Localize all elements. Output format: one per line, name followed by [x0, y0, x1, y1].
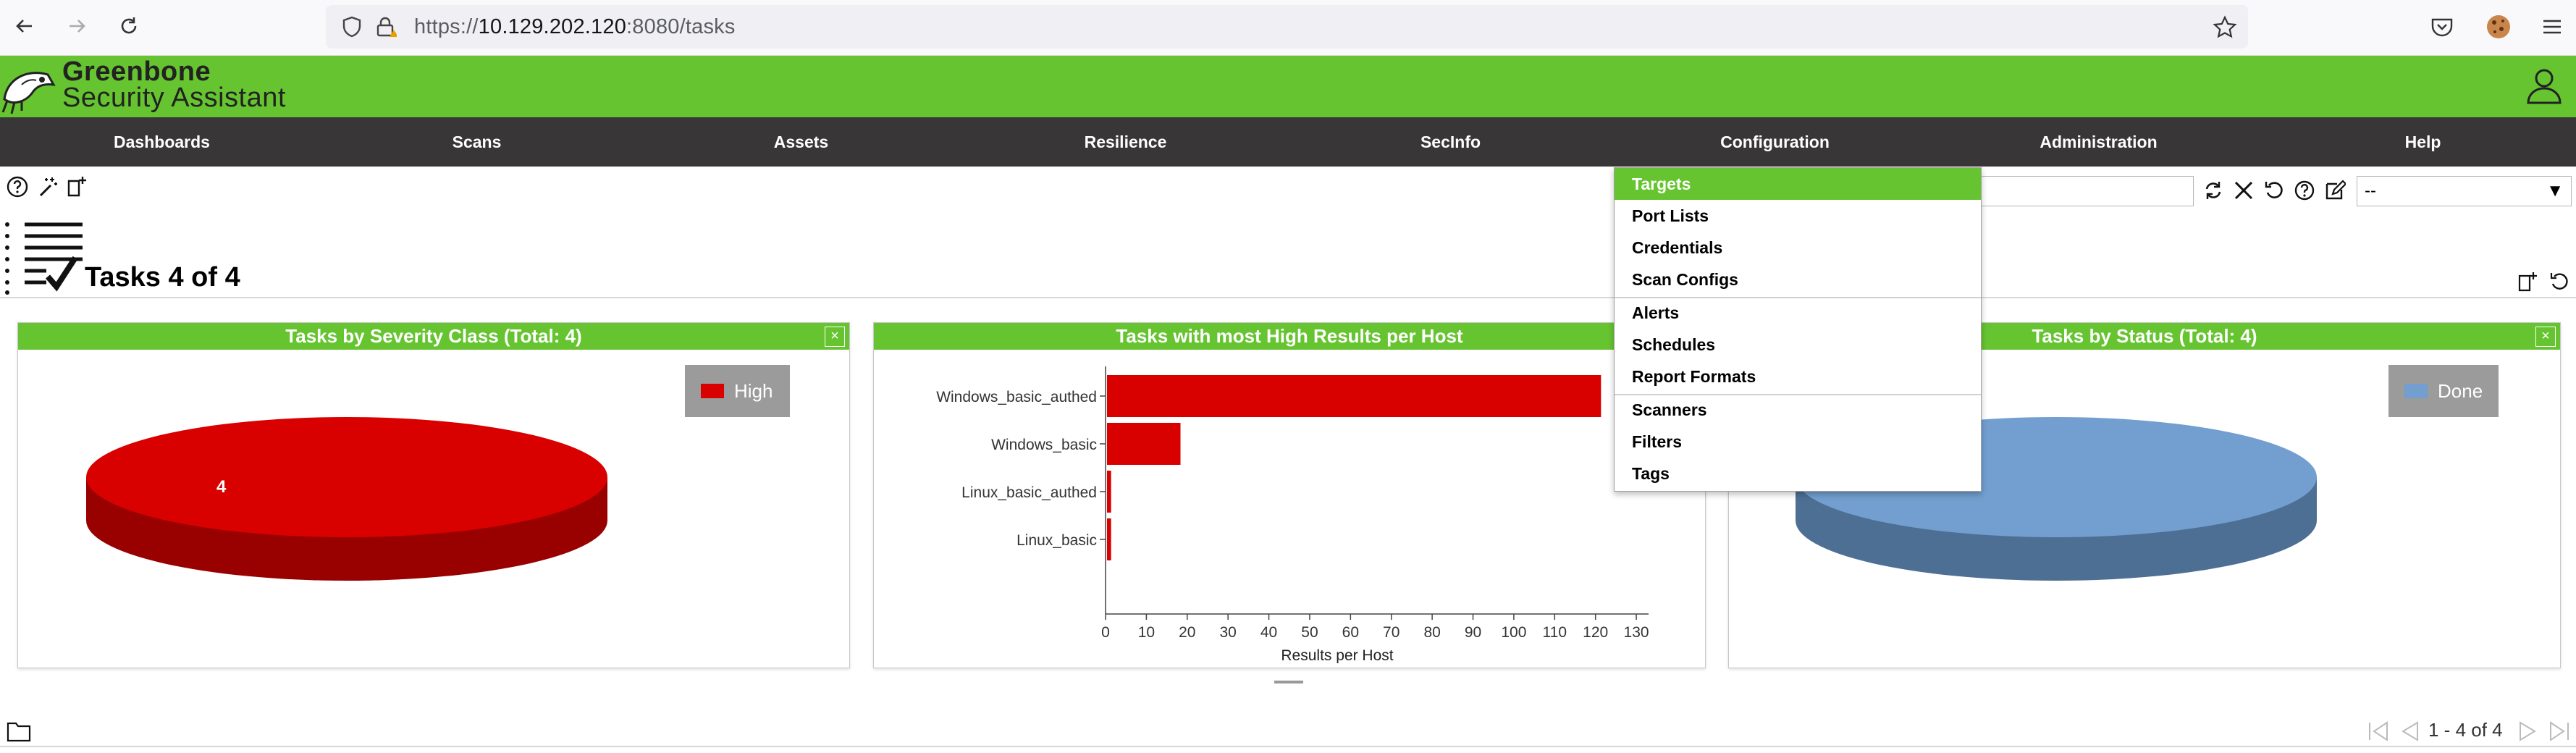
- y-tick-label: Linux_basic: [1016, 532, 1097, 549]
- bar-windows-basic: [1107, 423, 1181, 465]
- url-text: https://10.129.202.120:8080/tasks: [414, 15, 736, 38]
- pie-slice-high: [86, 417, 607, 537]
- new-dashboard-item-icon[interactable]: [2515, 269, 2540, 294]
- high-results-bar-chart[interactable]: Windows_basic_authed Windows_basic Linux_b…: [874, 352, 1705, 663]
- chevron-down-icon: ▼: [2546, 181, 2564, 201]
- divider: [0, 297, 2576, 298]
- x-tick-label: 40: [1260, 624, 1277, 641]
- close-icon[interactable]: ×: [825, 327, 845, 347]
- hamburger-menu-icon[interactable]: [2540, 14, 2564, 43]
- address-bar[interactable]: https://10.129.202.120:8080/tasks: [326, 5, 2248, 49]
- edit-filter-icon[interactable]: [2323, 178, 2347, 203]
- dropdown-item-credentials[interactable]: Credentials: [1615, 232, 1981, 264]
- menu-assets[interactable]: Assets: [639, 117, 963, 167]
- dropdown-item-filters[interactable]: Filters: [1615, 426, 1981, 458]
- dropdown-item-scanners[interactable]: Scanners: [1615, 394, 1981, 426]
- dropdown-item-port-lists[interactable]: Port Lists: [1615, 200, 1981, 232]
- severity-pie-chart[interactable]: 4: [18, 352, 849, 663]
- menu-help[interactable]: Help: [2261, 117, 2576, 167]
- filter-select-value: --: [2365, 181, 2376, 201]
- filter-help-icon[interactable]: [2292, 178, 2317, 203]
- x-tick-label: 60: [1342, 624, 1359, 641]
- page-title: Tasks 4 of 4: [85, 262, 240, 293]
- pocket-icon[interactable]: [2430, 14, 2454, 43]
- menu-secinfo[interactable]: SecInfo: [1289, 117, 1612, 167]
- first-page-icon[interactable]: [2366, 720, 2392, 743]
- high-results-panel-title[interactable]: Tasks with most High Results per Host: [874, 323, 1705, 350]
- bar-windows-basic-authed: [1107, 375, 1601, 417]
- cookie-extension-icon[interactable]: [2485, 13, 2512, 44]
- back-icon[interactable]: [10, 12, 39, 41]
- menu-dashboards[interactable]: Dashboards: [0, 117, 324, 167]
- user-profile-icon[interactable]: [2524, 65, 2564, 109]
- folder-icon[interactable]: [6, 720, 32, 743]
- dropdown-item-alerts[interactable]: Alerts: [1615, 297, 1981, 329]
- new-task-icon[interactable]: [64, 174, 90, 200]
- y-tick-label: Windows_basic_authed: [936, 389, 1097, 405]
- x-tick-label: 20: [1179, 624, 1195, 641]
- x-tick-label: 90: [1465, 624, 1481, 641]
- refresh-filter-icon[interactable]: [2201, 178, 2226, 203]
- x-tick-label: 0: [1101, 624, 1110, 641]
- menu-scans[interactable]: Scans: [315, 117, 639, 167]
- tasks-list-icon: [3, 217, 83, 300]
- bar-linux-basic: [1107, 518, 1111, 560]
- x-tick-label: 70: [1383, 624, 1399, 641]
- task-wizard-icon[interactable]: [35, 174, 61, 200]
- previous-page-icon[interactable]: [2396, 720, 2423, 743]
- lock-warning-icon[interactable]: [374, 15, 398, 42]
- close-icon[interactable]: ×: [2535, 327, 2556, 347]
- high-results-panel: Tasks with most High Results per Host Wi…: [873, 322, 1706, 668]
- y-tick-label: Windows_basic: [991, 437, 1097, 453]
- dropdown-item-tags[interactable]: Tags: [1615, 458, 1981, 489]
- brand-subtitle: Security Assistant: [62, 83, 286, 113]
- filter-select[interactable]: -- ▼: [2357, 176, 2572, 206]
- forward-icon[interactable]: [62, 12, 91, 41]
- dropdown-item-report-formats[interactable]: Report Formats: [1615, 361, 1981, 392]
- x-tick-label: 80: [1423, 624, 1440, 641]
- x-tick-label: 10: [1138, 624, 1155, 641]
- app-header: [0, 56, 2576, 117]
- pagination-counts: 1 - 4 of 4: [2428, 719, 2503, 741]
- x-tick-label: 120: [1583, 624, 1608, 641]
- reload-icon[interactable]: [114, 12, 143, 41]
- dashboard-resize-handle[interactable]: [1274, 681, 1303, 683]
- help-icon[interactable]: [4, 174, 30, 200]
- reset-filter-icon[interactable]: [2262, 178, 2286, 203]
- x-tick-label: 100: [1501, 624, 1526, 641]
- dropdown-item-schedules[interactable]: Schedules: [1615, 329, 1981, 361]
- greenbone-logo[interactable]: [0, 56, 58, 121]
- severity-panel: Tasks by Severity Class (Total: 4) × Hig…: [17, 322, 850, 668]
- x-tick-label: 30: [1219, 624, 1236, 641]
- reset-dashboard-icon[interactable]: [2547, 269, 2572, 294]
- x-tick-label: 110: [1543, 624, 1567, 641]
- pie-slice-label: 4: [216, 477, 227, 497]
- clear-filter-icon[interactable]: [2231, 178, 2256, 203]
- y-tick-label: Linux_basic_authed: [961, 484, 1097, 501]
- x-tick-label: 50: [1301, 624, 1318, 641]
- footer-divider: [0, 746, 2576, 747]
- menu-administration[interactable]: Administration: [1937, 117, 2260, 167]
- shield-icon[interactable]: [340, 15, 363, 42]
- menu-resilience[interactable]: Resilience: [964, 117, 1287, 167]
- dropdown-item-scan-configs[interactable]: Scan Configs: [1615, 264, 1981, 295]
- x-axis-label: Results per Host: [1281, 647, 1393, 663]
- dropdown-item-targets[interactable]: Targets: [1615, 168, 1981, 200]
- severity-panel-title[interactable]: Tasks by Severity Class (Total: 4): [18, 323, 849, 350]
- x-tick-label: 130: [1624, 624, 1649, 641]
- filter-input[interactable]: [1981, 176, 2194, 206]
- last-page-icon[interactable]: [2546, 720, 2572, 743]
- bookmark-star-icon[interactable]: [2213, 15, 2237, 43]
- configuration-dropdown: Targets Port Lists Credentials Scan Conf…: [1614, 167, 1982, 492]
- bar-linux-basic-authed: [1107, 471, 1111, 513]
- menu-configuration[interactable]: Configuration: [1613, 117, 1937, 167]
- next-page-icon[interactable]: [2515, 720, 2541, 743]
